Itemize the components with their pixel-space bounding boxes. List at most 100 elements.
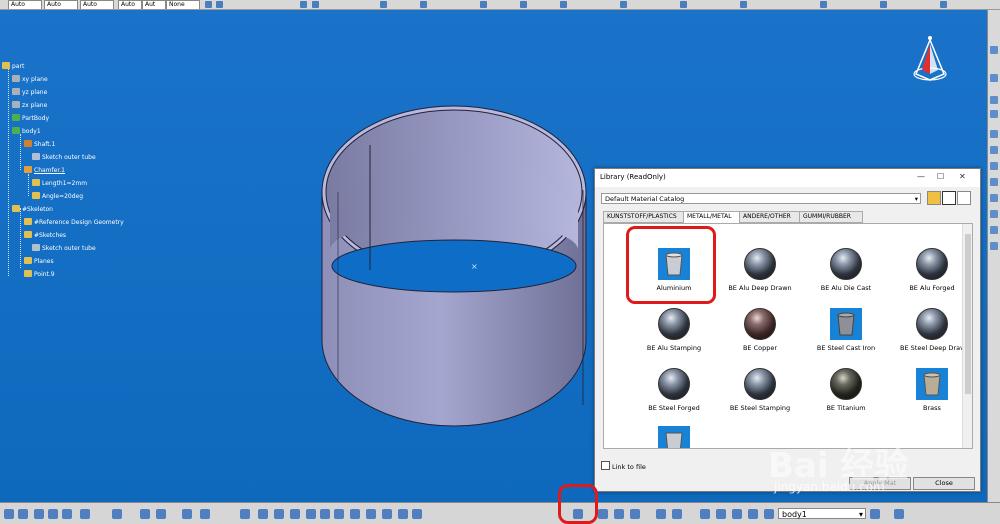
snap-icon[interactable] <box>990 46 998 54</box>
apply-material-icon[interactable] <box>740 1 747 8</box>
macro-icon[interactable] <box>200 509 210 519</box>
knowledge-icon[interactable] <box>820 1 827 8</box>
tree-node-shaft[interactable]: Shaft.1 <box>24 140 55 149</box>
body-select[interactable]: body1 ▾ <box>778 508 866 519</box>
pad-icon[interactable] <box>990 96 998 104</box>
hide-show-icon[interactable] <box>398 509 408 519</box>
link-to-file-checkbox[interactable]: Link to file <box>601 461 646 471</box>
analysis-icon[interactable] <box>656 509 666 519</box>
material-be-steel-deep-drawn[interactable]: BE Steel Deep Drav <box>888 304 972 360</box>
line-type-combo[interactable]: Auto <box>8 0 42 9</box>
analysis-icon[interactable] <box>880 1 887 8</box>
tree-node-sketch-outer-tube-2[interactable]: Sketch outer tube <box>32 244 96 253</box>
table-icon[interactable] <box>182 509 192 519</box>
minimize-icon[interactable]: — <box>917 172 925 181</box>
catalog-select[interactable]: Default Material Catalog ▾ <box>601 193 921 204</box>
pocket-icon[interactable] <box>990 110 998 118</box>
grid-icon[interactable] <box>312 1 319 8</box>
dialog-titlebar[interactable]: Library (ReadOnly) — ☐ ✕ <box>595 169 980 187</box>
tree-node-sketches[interactable]: #Sketches <box>24 231 66 240</box>
zoom-out-icon[interactable] <box>320 509 330 519</box>
tree-node-yz-plane[interactable]: yz plane <box>12 88 47 97</box>
material-be-alu-deep-drawn[interactable]: BE Alu Deep Drawn <box>716 244 800 300</box>
annotation-icon[interactable] <box>732 509 742 519</box>
sketch-icon[interactable] <box>300 1 307 8</box>
save-icon[interactable] <box>4 509 14 519</box>
rotate-icon[interactable] <box>290 509 300 519</box>
line-icon[interactable] <box>480 1 487 8</box>
constraint-icon[interactable] <box>560 1 567 8</box>
tree-node-length[interactable]: Length1=2mm <box>32 179 87 188</box>
circle-icon[interactable] <box>520 1 527 8</box>
cut-icon[interactable] <box>34 509 44 519</box>
fit-all-icon[interactable] <box>258 509 268 519</box>
pen-icon[interactable] <box>894 509 904 519</box>
normal-view-icon[interactable] <box>334 509 344 519</box>
fly-icon[interactable] <box>240 509 250 519</box>
compass-icon[interactable] <box>908 34 952 90</box>
trim-icon[interactable] <box>620 1 627 8</box>
material-be-alu-forged[interactable]: BE Alu Forged <box>888 244 972 300</box>
tree-node-skeleton[interactable]: #Skeleton <box>12 205 53 214</box>
thread-icon[interactable] <box>716 509 726 519</box>
tab-other[interactable]: ANDERE/OTHER <box>739 211 803 223</box>
tree-node-xy-plane[interactable]: xy plane <box>12 75 48 84</box>
zoom-in-icon[interactable] <box>306 509 316 519</box>
view-icon[interactable] <box>940 1 947 8</box>
copy-icon[interactable] <box>48 509 58 519</box>
format-painter-icon[interactable] <box>205 1 212 8</box>
close-button[interactable]: Close <box>913 477 975 490</box>
body-icon[interactable] <box>764 509 774 519</box>
multi-view-icon[interactable] <box>350 509 360 519</box>
formula-icon[interactable] <box>140 509 150 519</box>
material-be-titanium[interactable]: BE Titanium <box>802 364 886 420</box>
tab-rubber[interactable]: GUMMI/RUBBER <box>799 211 863 223</box>
tree-node-body1[interactable]: body1 <box>12 127 41 136</box>
point-type-combo[interactable]: Auto <box>80 0 114 9</box>
line-weight-combo[interactable]: Auto <box>44 0 78 9</box>
maximize-icon[interactable]: ☐ <box>937 172 944 181</box>
open-folder-icon[interactable] <box>927 191 941 205</box>
tree-node-angle[interactable]: Angle=20deg <box>32 192 83 201</box>
tree-node-planes[interactable]: Planes <box>24 257 54 266</box>
shaft-icon[interactable] <box>990 130 998 138</box>
shell-icon[interactable] <box>990 210 998 218</box>
measure-between-icon[interactable] <box>598 509 608 519</box>
material-be-copper[interactable]: BE Copper <box>716 304 800 360</box>
pad-icon[interactable] <box>380 1 387 8</box>
grid-scrollbar[interactable] <box>962 224 972 448</box>
constraint-icon[interactable] <box>990 74 998 82</box>
list-view-icon[interactable] <box>957 191 971 205</box>
tree-node-chamfer[interactable]: Chamfer.1 <box>24 166 65 175</box>
save-all-icon[interactable] <box>18 509 28 519</box>
groove-icon[interactable] <box>990 146 998 154</box>
material-be-steel-stamping[interactable]: BE Steel Stamping <box>716 364 800 420</box>
iso-view-icon[interactable] <box>366 509 376 519</box>
measure-item-icon[interactable] <box>614 509 624 519</box>
layer-combo[interactable]: Auto <box>118 0 142 9</box>
measure-icon[interactable] <box>680 1 687 8</box>
pan-icon[interactable] <box>274 509 284 519</box>
mirror-icon[interactable] <box>990 226 998 234</box>
tree-node-sketch-outer-tube[interactable]: Sketch outer tube <box>32 153 96 162</box>
material-be-alu-die-cast[interactable]: BE Alu Die Cast <box>802 244 886 300</box>
hole-icon[interactable] <box>990 162 998 170</box>
tree-node-partbody[interactable]: PartBody <box>12 114 49 123</box>
material-be-steel-forged[interactable]: BE Steel Forged <box>630 364 714 420</box>
close-icon[interactable]: ✕ <box>959 172 966 181</box>
scrollbar-thumb[interactable] <box>965 234 971 394</box>
large-icons-view-icon[interactable] <box>942 191 956 205</box>
shading-icon[interactable] <box>382 509 392 519</box>
tree-node-zx-plane[interactable]: zx plane <box>12 101 47 110</box>
help-icon[interactable] <box>112 509 122 519</box>
swap-visible-icon[interactable] <box>412 509 422 519</box>
tree-node-part[interactable]: part <box>2 62 24 71</box>
comment-icon[interactable] <box>156 509 166 519</box>
tree-node-reference-design-geometry[interactable]: #Reference Design Geometry <box>24 218 124 227</box>
pointer-icon[interactable] <box>870 509 880 519</box>
measure-inertia-icon[interactable] <box>630 509 640 519</box>
material-be-steel-cast-iron[interactable]: BE Steel Cast Iron <box>802 304 886 360</box>
apply-material-button[interactable]: Apply Mat <box>849 477 911 490</box>
pattern-icon[interactable] <box>990 242 998 250</box>
pocket-icon[interactable] <box>420 1 427 8</box>
